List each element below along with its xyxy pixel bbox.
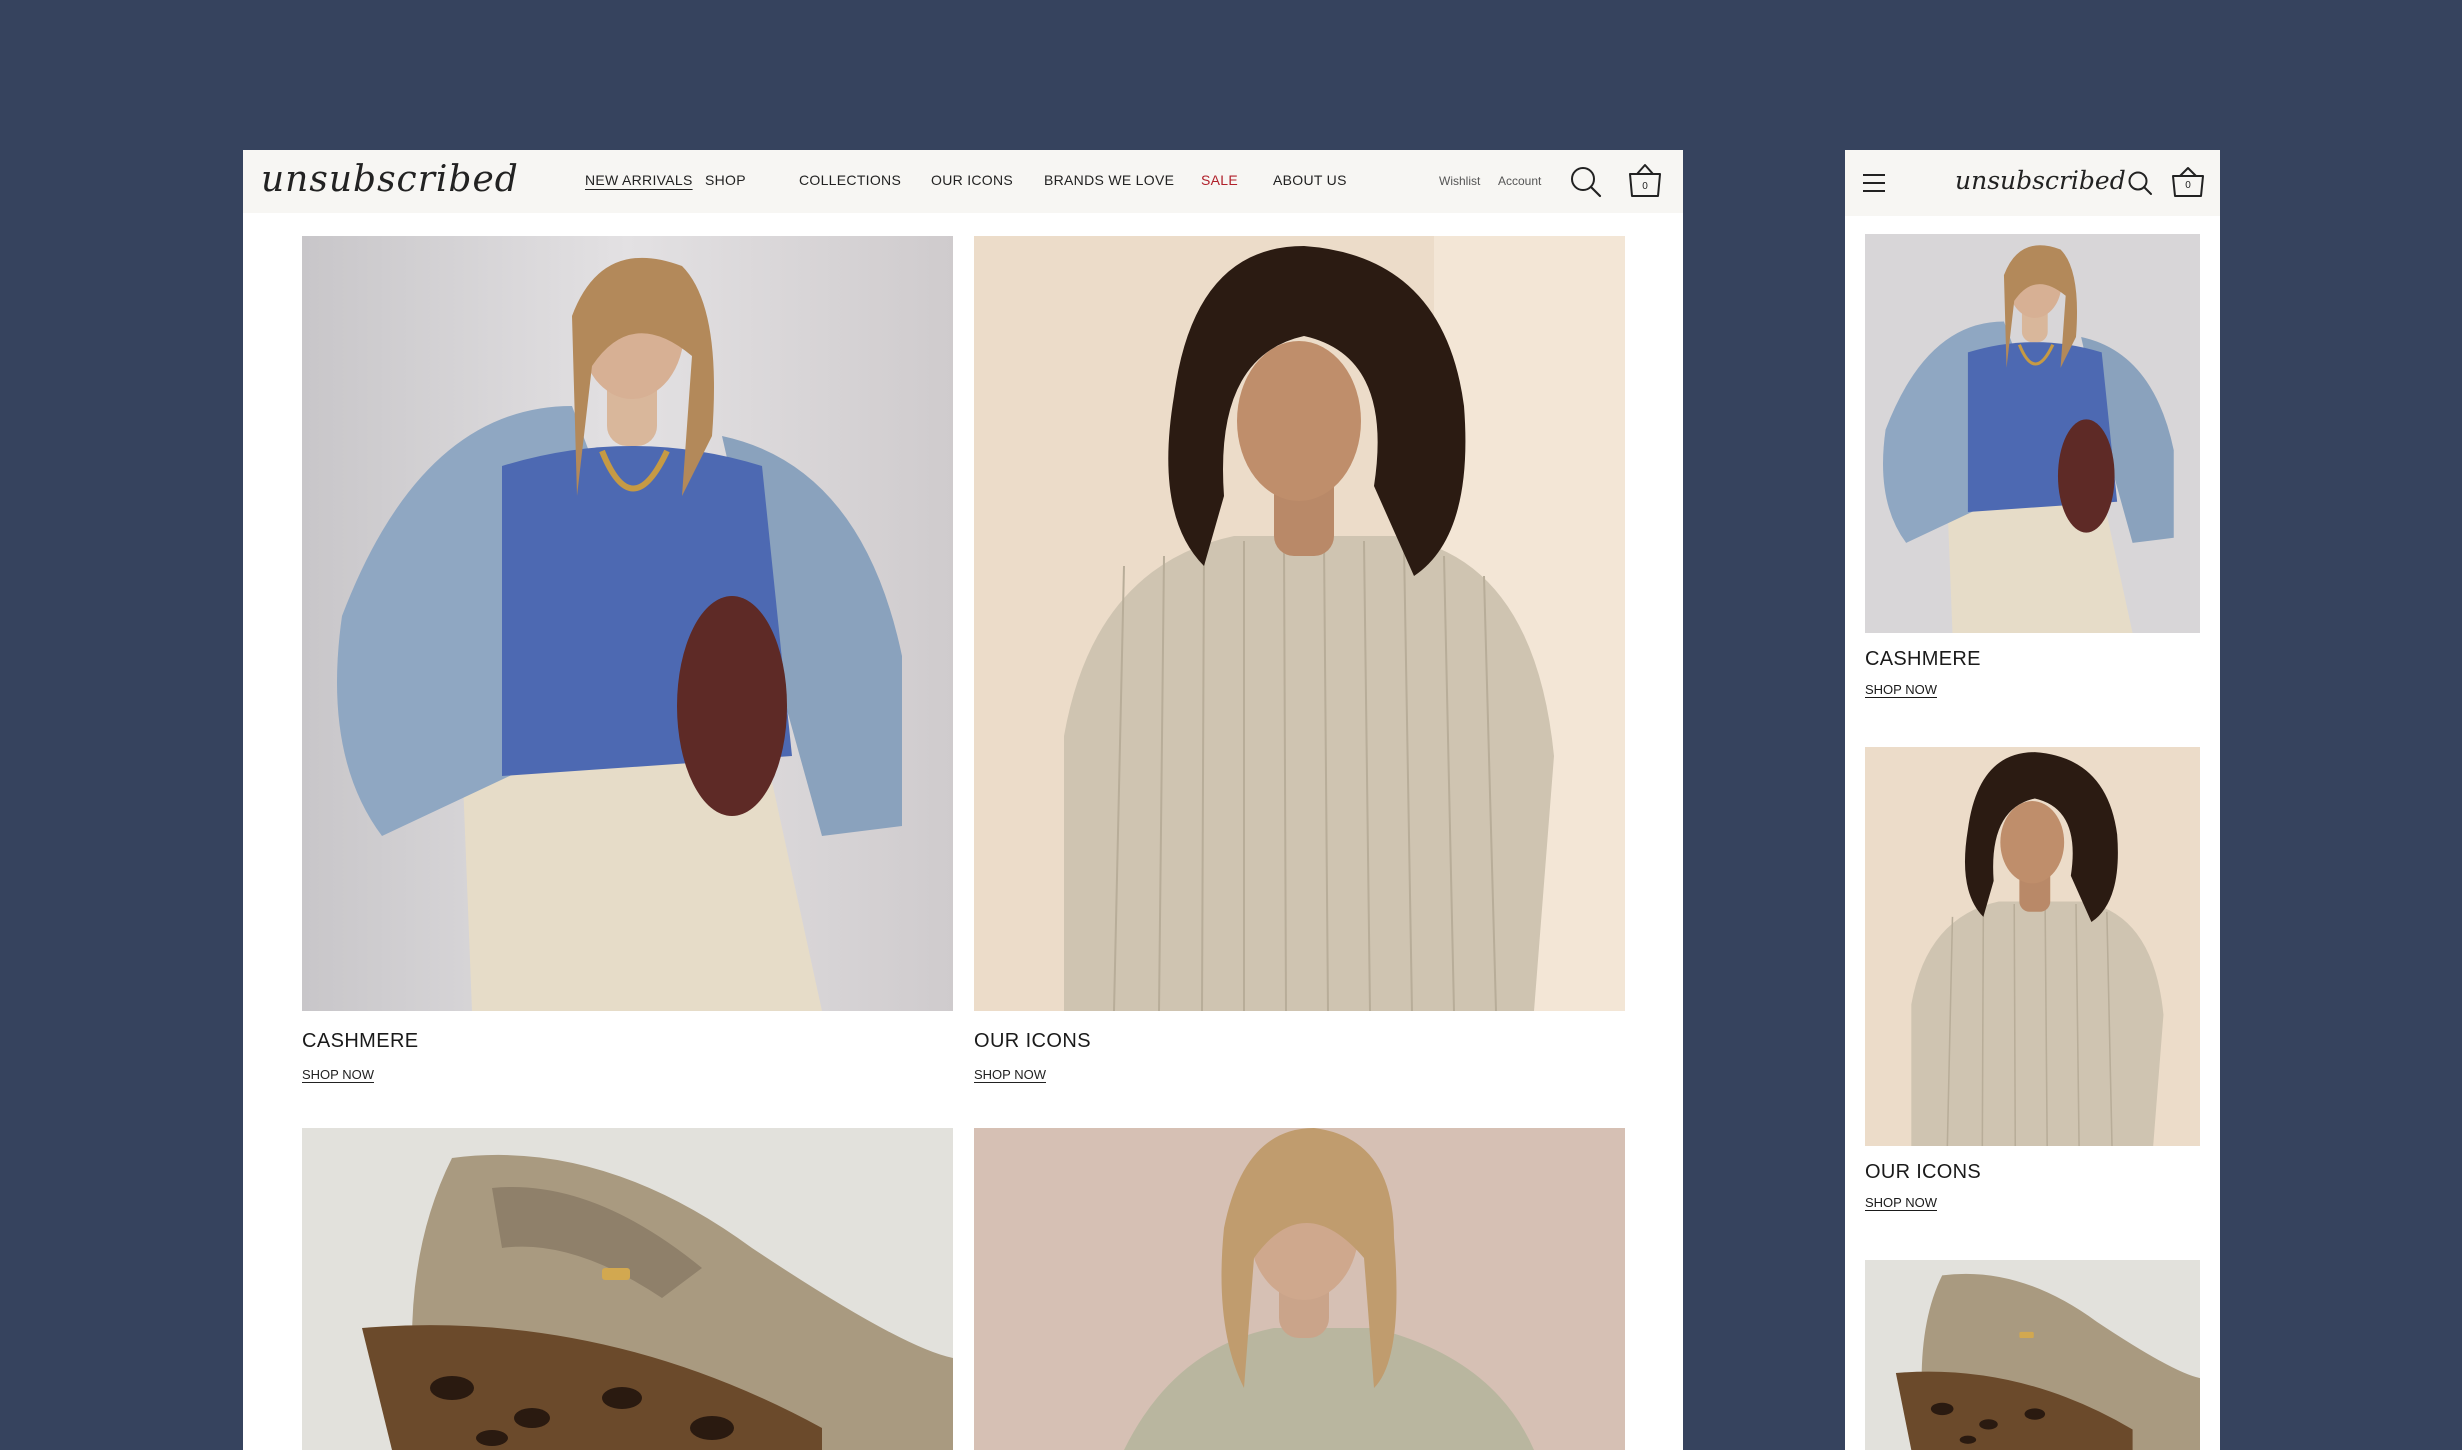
nav-our-icons[interactable]: OUR ICONS xyxy=(931,172,1013,188)
nav-sale[interactable]: SALE xyxy=(1201,172,1238,188)
mobile-logo[interactable]: unsubscribed xyxy=(1955,164,2126,198)
shop-now-link[interactable]: SHOP NOW xyxy=(302,1067,374,1082)
card-title: CASHMERE xyxy=(1865,648,1981,670)
search-icon[interactable] xyxy=(2127,170,2153,196)
shop-now-link[interactable]: SHOP NOW xyxy=(974,1067,1046,1082)
card-title: OUR ICONS xyxy=(1865,1161,1982,1183)
nav-brands-we-love[interactable]: BRANDS WE LOVE xyxy=(1044,172,1174,188)
nav-new-arrivals[interactable]: NEW ARRIVALS xyxy=(585,172,693,188)
shop-now-link[interactable]: SHOP NOW xyxy=(1865,682,1937,697)
nav-about-us[interactable]: ABOUT US xyxy=(1273,172,1347,188)
site-logo[interactable]: unsubscribed xyxy=(261,158,519,202)
menu-icon[interactable] xyxy=(1861,172,1887,194)
mobile-header: unsubscribed 0 xyxy=(1845,150,2220,216)
site-header: unsubscribed NEW ARRIVALS SHOP COLLECTIO… xyxy=(243,150,1683,213)
search-icon[interactable] xyxy=(1569,165,1603,199)
mobile-preview: unsubscribed 0 CASHMERE SHOP NOW OUR ICO… xyxy=(1845,150,2220,1450)
khaki-look-image[interactable] xyxy=(974,1128,1625,1450)
our-icons-image[interactable] xyxy=(1865,747,2200,1146)
collection-card-cashmere[interactable]: CASHMERE SHOP NOW xyxy=(302,236,953,1086)
card-title: OUR ICONS xyxy=(974,1030,1091,1052)
account-link[interactable]: Account xyxy=(1498,174,1541,188)
loafers-image[interactable] xyxy=(302,1128,953,1450)
collection-card-cashmere[interactable]: CASHMERE SHOP NOW xyxy=(1865,234,2200,704)
collection-card-shoes[interactable] xyxy=(1865,1260,2200,1450)
cart-count: 0 xyxy=(2185,180,2191,191)
cashmere-image[interactable] xyxy=(1865,234,2200,633)
cart-icon[interactable]: 0 xyxy=(2171,166,2205,198)
cart-count: 0 xyxy=(1642,181,1648,192)
shop-now-link[interactable]: SHOP NOW xyxy=(1865,1195,1937,1210)
nav-shop[interactable]: SHOP xyxy=(705,172,746,188)
desktop-preview: unsubscribed NEW ARRIVALS SHOP COLLECTIO… xyxy=(243,150,1683,1450)
nav-collections[interactable]: COLLECTIONS xyxy=(799,172,901,188)
our-icons-image[interactable] xyxy=(974,236,1625,1011)
cart-icon[interactable]: 0 xyxy=(1627,162,1663,200)
card-title: CASHMERE xyxy=(302,1030,419,1052)
collection-card-shoes[interactable] xyxy=(302,1128,953,1450)
loafers-image[interactable] xyxy=(1865,1260,2200,1450)
cashmere-image[interactable] xyxy=(302,236,953,1011)
collection-card-new[interactable] xyxy=(974,1128,1625,1450)
collection-card-our-icons[interactable]: OUR ICONS SHOP NOW xyxy=(1865,747,2200,1217)
collection-card-our-icons[interactable]: OUR ICONS SHOP NOW xyxy=(974,236,1625,1086)
wishlist-link[interactable]: Wishlist xyxy=(1439,174,1480,188)
